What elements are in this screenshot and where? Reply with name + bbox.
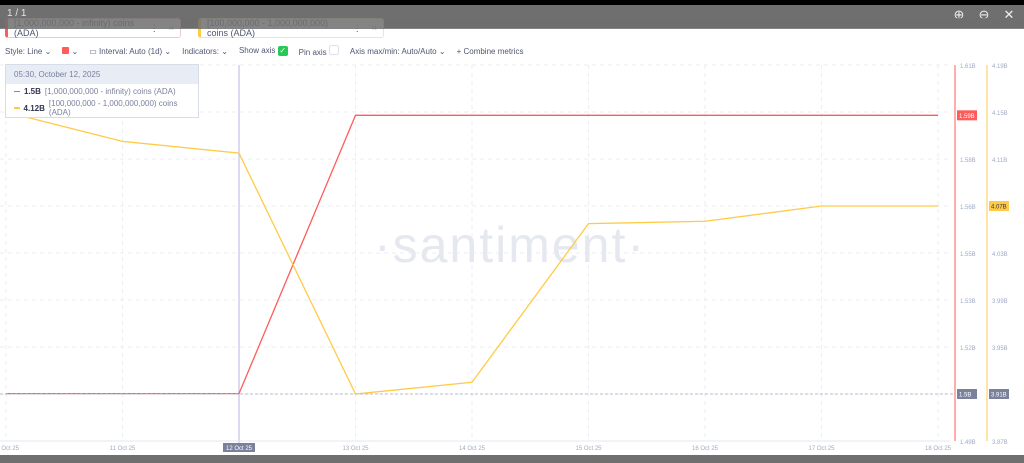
cursor-value-label: 1.5B	[959, 393, 971, 399]
metric-tab-large-holders[interactable]: [100,000,000 - 1,000,000,000) coins (ADA…	[198, 18, 384, 38]
color-swatch	[62, 46, 70, 54]
color-select[interactable]: ⌄	[62, 46, 78, 56]
x-tick-label: 10 Oct 25	[0, 446, 20, 452]
remove-icon[interactable]: ×	[372, 23, 377, 33]
more-icon[interactable]: ⋮	[150, 23, 159, 34]
interval-select[interactable]: ▭ Interval: Auto (1d) ⌄	[89, 47, 171, 56]
metric-tab-label: [1,000,000,000 - infinity) coins (ADA)	[14, 18, 135, 38]
combine-metrics-button[interactable]: + Combine metrics	[457, 47, 524, 56]
metric-tab-label: [100,000,000 - 1,000,000,000) coins (ADA…	[207, 18, 329, 38]
remove-icon[interactable]: ×	[169, 23, 174, 33]
tooltip-row: 4.12B [100,000,000 - 1,000,000,000) coins…	[6, 96, 198, 117]
x-tick-label: 17 Oct 25	[808, 446, 835, 452]
y-tick-label: 4.15B	[992, 111, 1008, 117]
tooltip-row: 1.5B [1,000,000,000 - infinity) coins (AD…	[6, 84, 198, 96]
y-tick-label: 1.55B	[960, 252, 976, 258]
y-tick-label: 1.61B	[960, 64, 976, 70]
cursor-value-label: 3.91B	[991, 393, 1007, 399]
more-icon[interactable]: ⋮	[353, 23, 362, 34]
x-tick-label: 15 Oct 25	[575, 446, 602, 452]
x-tick-label: 18 Oct 25	[925, 446, 952, 452]
last-value-label: 1.59B	[959, 114, 975, 120]
x-tick-label: 11 Oct 25	[110, 446, 136, 452]
overlay-bottom	[0, 455, 1024, 463]
y-tick-label: 1.53B	[960, 299, 976, 305]
y-tick-label: 1.58B	[960, 158, 976, 164]
y-tick-label: 4.19B	[992, 64, 1008, 70]
checkbox	[328, 45, 339, 55]
close-icon[interactable]: ✕	[1002, 7, 1016, 23]
metric-tab-whales[interactable]: [1,000,000,000 - infinity) coins (ADA) ⋮ ×	[5, 18, 181, 38]
chart-toolbar: Style: Line ⌄ ⌄ ▭ Interval: Auto (1d) ⌄ …	[5, 45, 523, 57]
y-tick-label: 1.52B	[960, 346, 976, 352]
show-axis-toggle[interactable]: Show axis ✓	[239, 46, 288, 56]
last-value-label: 4.07B	[991, 205, 1007, 211]
indicators-select[interactable]: Indicators: ⌄	[182, 47, 228, 56]
checkbox-checked-icon: ✓	[277, 46, 288, 56]
x-tick-label: 12 Oct 25	[226, 446, 253, 452]
chart-tooltip: 05:30, October 12, 2025 1.5B [1,000,000,0…	[5, 64, 199, 118]
y-tick-label: 1.49B	[960, 440, 976, 446]
y-tick-label: 3.99B	[992, 299, 1008, 305]
x-tick-label: 16 Oct 25	[692, 446, 719, 452]
y-tick-label: 3.95B	[992, 346, 1008, 352]
zoom-out-icon[interactable]: ⊖	[977, 7, 991, 23]
watermark: ·santiment·	[374, 217, 646, 273]
tooltip-date: 05:30, October 12, 2025	[6, 65, 198, 84]
style-select[interactable]: Style: Line ⌄	[5, 47, 51, 56]
pin-axis-toggle[interactable]: Pin axis	[299, 45, 339, 57]
y-tick-label: 3.87B	[992, 440, 1008, 446]
x-tick-label: 13 Oct 25	[342, 446, 369, 452]
axis-maxmin-select[interactable]: Axis max/min: Auto/Auto ⌄	[350, 47, 446, 56]
zoom-in-icon[interactable]: ⊕	[952, 7, 966, 23]
y-tick-label: 1.56B	[960, 205, 976, 211]
y-tick-label: 4.11B	[992, 158, 1007, 164]
y-tick-label: 4.03B	[992, 252, 1008, 258]
x-tick-label: 14 Oct 25	[459, 446, 486, 452]
calendar-icon: ▭	[89, 46, 97, 56]
